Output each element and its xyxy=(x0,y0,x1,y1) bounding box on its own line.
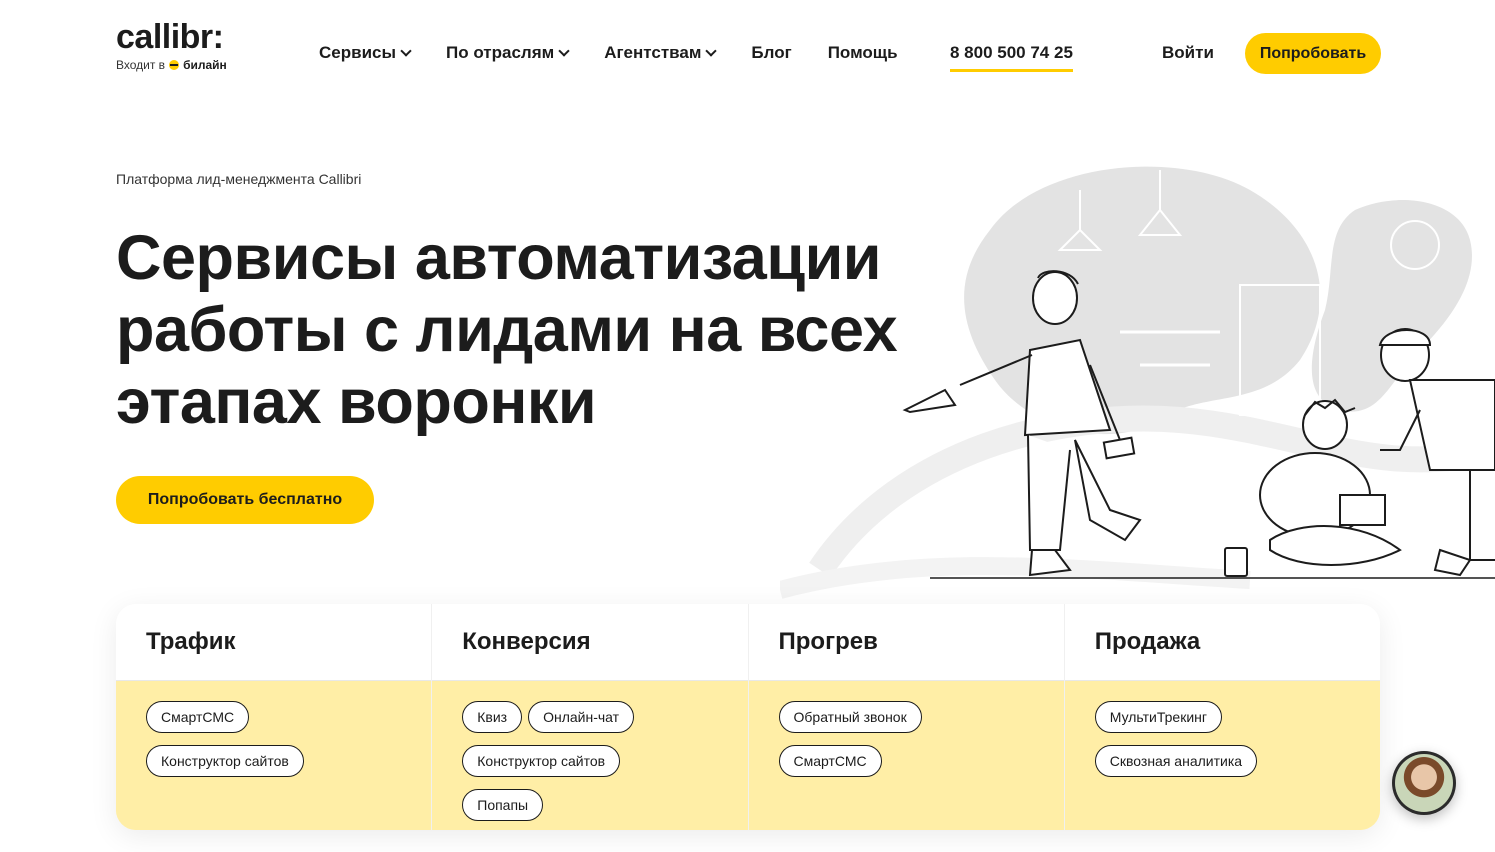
card-divider xyxy=(748,680,1064,681)
card-warmup: Прогрев Обратный звонок СмартСМС xyxy=(747,604,1065,830)
card-traffic: Трафик СмартСМС Конструктор сайтов xyxy=(116,604,432,830)
nav-help[interactable]: Помощь xyxy=(828,43,898,63)
chat-avatar-icon[interactable] xyxy=(1392,751,1456,815)
nav-industries-label: По отраслям xyxy=(446,43,555,62)
tag-end-to-end-analytics[interactable]: Сквозная аналитика xyxy=(1094,745,1258,777)
nav-agencies[interactable]: Агентствам xyxy=(604,43,718,63)
card-conversion-tags: Квиз Онлайн-чат Конструктор сайтов Попап… xyxy=(462,701,727,821)
card-divider xyxy=(116,680,432,681)
nav-agencies-label: Агентствам xyxy=(604,43,702,62)
beeline-logo-icon xyxy=(169,60,180,70)
card-traffic-tags: СмартСМС Конструктор сайтов xyxy=(146,701,411,777)
hero-eyebrow: Платформа лид-менеджмента Callibri xyxy=(116,171,362,187)
hero-illustration xyxy=(780,166,1495,599)
tag-callback[interactable]: Обратный звонок xyxy=(778,701,922,733)
try-button[interactable]: Попробовать xyxy=(1245,33,1381,74)
logo-sub-brand: билайн xyxy=(183,58,227,72)
nav-services-label: Сервисы xyxy=(319,43,396,62)
nav-help-label: Помощь xyxy=(827,43,898,62)
chevron-down-icon xyxy=(558,45,570,57)
card-divider xyxy=(432,680,748,681)
chevron-down-icon xyxy=(400,45,412,57)
funnel-cards: Трафик СмартСМС Конструктор сайтов Конве… xyxy=(116,604,1380,830)
card-divider xyxy=(1064,680,1380,681)
main-nav: Сервисы По отраслям Агентствам Блог Помо… xyxy=(319,43,934,63)
nav-blog[interactable]: Блог xyxy=(751,43,791,63)
site-header: callibr: Входит в билайн Сервисы По отра… xyxy=(0,0,1495,110)
tag-online-chat[interactable]: Онлайн-чат xyxy=(528,701,635,733)
nav-services[interactable]: Сервисы xyxy=(319,43,412,63)
tag-smartsms[interactable]: СмартСМС xyxy=(146,701,250,733)
logo-subtitle: Входит в билайн xyxy=(116,58,227,72)
logo-sub-prefix: Входит в xyxy=(116,58,166,72)
card-warmup-tags: Обратный звонок СмартСМС xyxy=(778,701,1044,777)
tag-site-builder[interactable]: Конструктор сайтов xyxy=(146,745,304,777)
card-conversion: Конверсия Квиз Онлайн-чат Конструктор са… xyxy=(431,604,749,830)
card-warmup-title: Прогрев xyxy=(778,628,878,655)
tag-popups[interactable]: Попапы xyxy=(462,789,544,821)
phone-link[interactable]: 8 800 500 74 25 xyxy=(950,43,1073,72)
nav-industries[interactable]: По отраслям xyxy=(446,43,570,63)
nav-blog-label: Блог xyxy=(751,43,792,62)
chevron-down-icon xyxy=(705,45,718,57)
try-free-button[interactable]: Попробовать бесплатно xyxy=(116,476,374,524)
tag-multitracking[interactable]: МультиТрекинг xyxy=(1094,701,1222,733)
login-link[interactable]: Войти xyxy=(1162,43,1214,63)
logo-wordmark: callibr: xyxy=(116,18,224,56)
tag-smartsms[interactable]: СмартСМС xyxy=(778,745,882,777)
card-sale: Продажа МультиТрекинг Сквозная аналитика xyxy=(1063,604,1380,830)
card-traffic-title: Трафик xyxy=(146,628,236,655)
card-sale-tags: МультиТрекинг Сквозная аналитика xyxy=(1094,701,1360,777)
logo[interactable]: callibr: Входит в билайн xyxy=(116,20,227,72)
card-sale-title: Продажа xyxy=(1094,628,1201,655)
card-conversion-title: Конверсия xyxy=(462,628,591,655)
tag-site-builder[interactable]: Конструктор сайтов xyxy=(462,745,621,777)
tag-quiz[interactable]: Квиз xyxy=(462,701,523,733)
avatar-photo xyxy=(1395,754,1453,812)
